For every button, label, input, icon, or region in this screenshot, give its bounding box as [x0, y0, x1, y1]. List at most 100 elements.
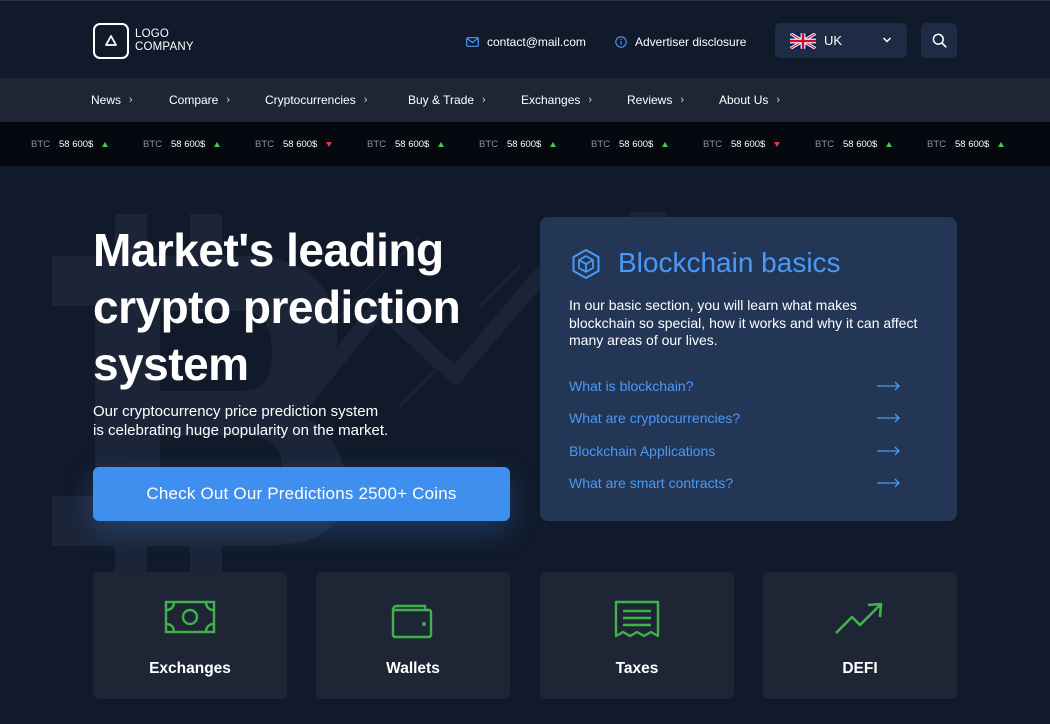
chevron-right-icon: › [588, 94, 593, 106]
link-what-is-blockchain[interactable]: What is blockchain? [569, 375, 901, 397]
hero-title-line-1: Market's leading [93, 224, 444, 276]
arrow-right-icon [877, 381, 900, 391]
ticker-symbol: BTC [367, 138, 386, 150]
language-selector[interactable]: UK [775, 23, 907, 58]
link-label: Blockchain Applications [569, 443, 716, 459]
blockchain-basics-card: Blockchain basics In our basic section, … [540, 217, 957, 521]
wallet-icon [391, 604, 433, 639]
ticker-price: 58 600$ [283, 138, 318, 150]
chevron-right-icon: › [776, 94, 781, 106]
arrow-up-icon [438, 141, 445, 147]
nav-item-news[interactable]: News › [91, 78, 133, 122]
nav-item-label: Cryptocurrencies [265, 93, 356, 107]
logo-text: LOGO COMPANY [135, 28, 194, 54]
blockchain-basics-description: In our basic section, you will learn wha… [569, 297, 918, 348]
ticker-symbol: BTC [31, 138, 50, 150]
category-label: Wallets [386, 660, 440, 677]
blockchain-cube-icon [572, 249, 600, 279]
chevron-right-icon: › [680, 94, 685, 106]
check-predictions-button[interactable]: Check Out Our Predictions 2500+ Coins [93, 467, 510, 521]
arrow-right-icon [877, 446, 900, 456]
link-what-are-cryptocurrencies[interactable]: What are cryptocurrencies? [569, 407, 901, 429]
nav-item-exchanges[interactable]: Exchanges › [521, 78, 592, 122]
contact-email-text: contact@mail.com [487, 35, 586, 49]
contact-email-link[interactable]: contact@mail.com [466, 35, 586, 49]
arrow-down-icon [774, 141, 781, 147]
chevron-down-icon [882, 37, 892, 43]
ticker-item[interactable]: BTC 58 600$ [31, 122, 109, 166]
ticker-price: 58 600$ [507, 138, 542, 150]
hero-subtitle-line-1: Our cryptocurrency price prediction syst… [93, 403, 379, 420]
ticker-symbol: BTC [591, 138, 610, 150]
hero-subtitle: Our cryptocurrency price prediction syst… [93, 402, 433, 440]
hero-title: Market's leading crypto prediction syste… [93, 222, 523, 393]
category-card-exchanges[interactable]: Exchanges [93, 572, 287, 699]
link-blockchain-applications[interactable]: Blockchain Applications [569, 440, 901, 462]
category-label: DEFI [842, 660, 878, 677]
arrow-up-icon [998, 141, 1005, 147]
ticker-item[interactable]: BTC 58 600$ [591, 122, 669, 166]
nav-item-about-us[interactable]: About Us › [719, 78, 780, 122]
category-card-defi[interactable]: DEFI [763, 572, 957, 699]
ticker-symbol: BTC [479, 138, 498, 150]
ticker-symbol: BTC [255, 138, 274, 150]
nav-item-reviews[interactable]: Reviews › [627, 78, 684, 122]
advertiser-disclosure-text: Advertiser disclosure [635, 35, 747, 49]
ticker-symbol: BTC [815, 138, 834, 150]
arrow-right-icon [877, 413, 900, 423]
ticker-item[interactable]: BTC 58 600$ [367, 122, 445, 166]
site-header: LOGO COMPANY contact@mail.com Advertiser… [0, 0, 1050, 78]
ticker-item[interactable]: BTC 58 600$ [143, 122, 221, 166]
ticker-symbol: BTC [927, 138, 946, 150]
ticker-item[interactable]: BTC 58 600$ [703, 122, 781, 166]
banknote-icon [164, 600, 216, 634]
ticker-symbol: BTC [143, 138, 162, 150]
ticker-price: 58 600$ [59, 138, 94, 150]
arrow-up-icon [550, 141, 557, 147]
price-ticker: BTC 58 600$ BTC 58 600$ BTC 58 600$ BTC … [0, 122, 1050, 166]
chevron-right-icon: › [226, 94, 231, 106]
search-icon [932, 33, 947, 48]
company-logo[interactable]: LOGO COMPANY [93, 23, 194, 59]
ticker-item[interactable]: BTC 58 600$ [255, 122, 333, 166]
search-button[interactable] [921, 23, 957, 58]
hero-title-line-3: system [93, 338, 249, 390]
mail-icon [466, 37, 479, 47]
link-label: What are cryptocurrencies? [569, 410, 741, 426]
ticker-item[interactable]: BTC 58 600$ [815, 122, 893, 166]
receipt-icon [614, 600, 660, 638]
nav-item-label: Reviews [627, 93, 673, 107]
uk-flag-icon [790, 32, 816, 49]
category-label: Exchanges [149, 660, 231, 677]
hero-subtitle-line-2: is celebrating huge popularity on the ma… [93, 422, 389, 439]
ticker-item[interactable]: BTC 58 600$ [927, 122, 1005, 166]
arrow-up-icon [886, 141, 893, 147]
category-card-taxes[interactable]: Taxes [540, 572, 734, 699]
ticker-price: 58 600$ [843, 138, 878, 150]
nav-item-label: News [91, 93, 122, 107]
blockchain-basics-title: Blockchain basics [618, 247, 841, 278]
chevron-right-icon: › [363, 94, 368, 106]
arrow-up-icon [662, 141, 669, 147]
logo-line-2: COMPANY [135, 41, 194, 53]
ticker-price: 58 600$ [395, 138, 430, 150]
info-icon [615, 36, 627, 48]
main-nav: News › Compare › Cryptocurrencies › Buy & T… [0, 78, 1050, 122]
advertiser-disclosure-link[interactable]: Advertiser disclosure [615, 35, 746, 49]
nav-item-label: Buy & Trade [408, 93, 475, 107]
link-what-are-smart-contracts[interactable]: What are smart contracts? [569, 472, 901, 494]
ticker-price: 58 600$ [619, 138, 654, 150]
ticker-item[interactable]: BTC 58 600$ [479, 122, 557, 166]
arrow-up-icon [214, 141, 221, 147]
language-label: UK [824, 33, 843, 48]
logo-mark-icon [93, 23, 129, 59]
ticker-price: 58 600$ [955, 138, 990, 150]
category-card-wallets[interactable]: Wallets [316, 572, 510, 699]
link-label: What are smart contracts? [569, 475, 734, 491]
trending-up-icon [835, 602, 883, 634]
ticker-symbol: BTC [703, 138, 722, 150]
nav-item-compare[interactable]: Compare › [169, 78, 230, 122]
nav-item-buy-trade[interactable]: Buy & Trade › [408, 78, 486, 122]
ticker-price: 58 600$ [731, 138, 766, 150]
nav-item-cryptocurrencies[interactable]: Cryptocurrencies › [265, 78, 367, 122]
